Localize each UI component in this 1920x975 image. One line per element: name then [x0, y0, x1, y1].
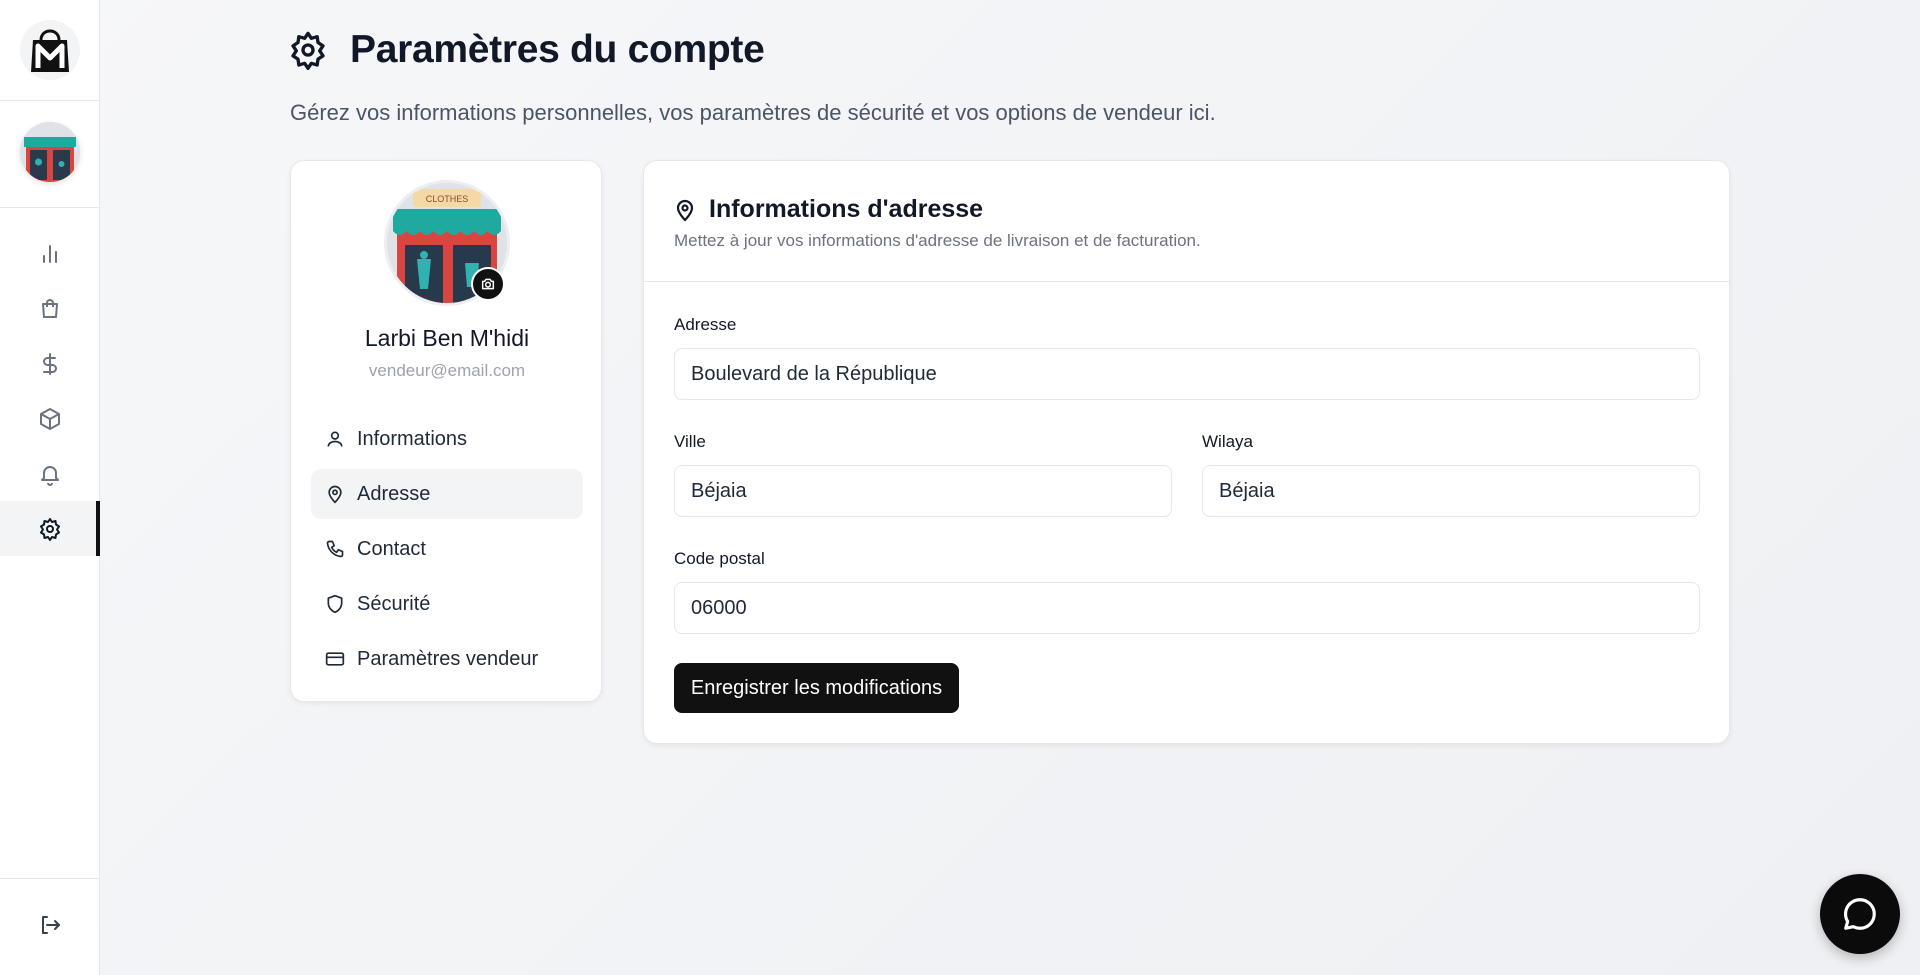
change-photo-button[interactable]	[471, 267, 505, 301]
wilaya-input[interactable]	[1202, 465, 1700, 517]
logout-button[interactable]	[0, 900, 100, 950]
chat-button[interactable]	[1820, 874, 1900, 954]
bar-chart-icon	[43, 244, 57, 263]
sidebar	[0, 0, 100, 975]
logout-icon	[42, 916, 60, 934]
sidebar-divider	[0, 878, 100, 879]
map-pin-icon	[328, 485, 342, 504]
menu-item-adresse[interactable]: Adresse	[311, 469, 583, 519]
menu-item-parametres-vendeur[interactable]: Paramètres vendeur	[311, 634, 583, 684]
settings-icon	[40, 517, 60, 541]
address-description: Mettez à jour vos informations d'adresse…	[674, 231, 1201, 250]
package-icon	[40, 407, 60, 430]
nav-finances[interactable]	[0, 336, 100, 391]
wilaya-label: Wilaya	[1202, 432, 1254, 451]
menu-item-informations[interactable]: Informations	[311, 414, 583, 464]
page-title: Paramètres du compte	[350, 28, 765, 71]
menu-item-label: Paramètres vendeur	[357, 647, 539, 670]
page-header: Paramètres du compte	[288, 28, 765, 72]
menu-item-label: Adresse	[357, 482, 431, 505]
address-card: Informations d'adresse Mettez à jour vos…	[643, 160, 1730, 744]
code-postal-label: Code postal	[674, 549, 765, 568]
menu-item-label: Contact	[357, 537, 426, 560]
address-title: Informations d'adresse	[709, 195, 984, 223]
ville-input[interactable]	[674, 465, 1172, 517]
user-icon	[327, 431, 343, 447]
camera-icon	[481, 278, 495, 290]
nav-products[interactable]	[0, 391, 100, 446]
chat-bubble-icon	[1844, 898, 1876, 930]
credit-card-icon	[325, 652, 345, 666]
ville-label: Ville	[674, 432, 706, 451]
adresse-input[interactable]	[674, 348, 1700, 400]
shopping-bag-icon	[42, 298, 58, 318]
save-button[interactable]: Enregistrer les modifications	[674, 663, 959, 713]
profile-email: vendeur@email.com	[368, 361, 526, 380]
app-logo[interactable]	[20, 20, 80, 80]
sidebar-avatar[interactable]	[20, 122, 80, 182]
nav-orders[interactable]	[0, 281, 100, 336]
card-divider	[644, 281, 1729, 282]
adresse-label: Adresse	[674, 315, 737, 334]
map-pin-icon	[676, 199, 694, 222]
bell-icon	[41, 465, 59, 486]
menu-item-label: Informations	[357, 427, 468, 450]
shop-avatar-image	[20, 122, 80, 182]
menu-item-securite[interactable]: Sécurité	[311, 579, 583, 629]
profile-name: Larbi Ben M'hidi	[364, 325, 530, 351]
shopping-bag-m-logo-icon	[31, 29, 69, 72]
settings-menu: Informations Adresse Contact Sécurité Pa…	[311, 414, 583, 689]
settings-icon	[291, 31, 325, 70]
nav-analytics[interactable]	[0, 226, 100, 281]
menu-item-contact[interactable]: Contact	[311, 524, 583, 574]
menu-item-label: Sécurité	[357, 592, 431, 615]
profile-card: CLOTHES Larbi Ben M'hidi vendeur@email.c…	[290, 160, 602, 702]
shield-icon	[327, 594, 343, 614]
phone-icon	[326, 540, 344, 558]
sidebar-divider	[0, 207, 100, 208]
page-subtitle: Gérez vos informations personnelles, vos…	[290, 100, 1216, 125]
nav-settings[interactable]	[0, 501, 100, 556]
nav-notifications[interactable]	[0, 446, 100, 501]
shop-sign-text: CLOTHES	[426, 194, 469, 204]
address-header: Informations d'adresse	[673, 195, 983, 224]
sidebar-divider	[0, 100, 100, 101]
dollar-icon	[43, 352, 57, 375]
code-postal-input[interactable]	[674, 582, 1700, 634]
